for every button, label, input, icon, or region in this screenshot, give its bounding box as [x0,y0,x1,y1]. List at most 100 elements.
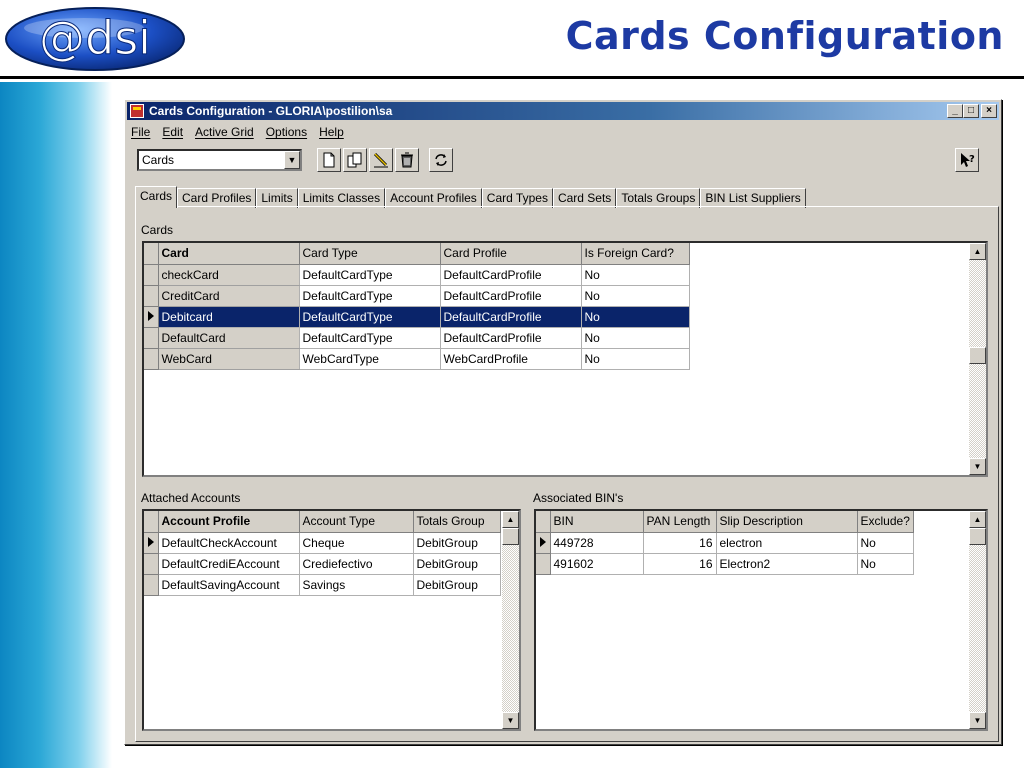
cards-vertical-scrollbar[interactable]: ▲ ▼ [969,243,986,475]
column-header-bin[interactable]: BIN [550,511,644,533]
column-header-card[interactable]: Card [158,243,300,265]
accounts-vertical-scrollbar[interactable]: ▲ ▼ [502,511,519,729]
cell-totals-group[interactable]: DebitGroup [413,532,501,554]
column-header-is-foreign-card[interactable]: Is Foreign Card? [581,243,690,265]
cell-card-profile[interactable]: DefaultCardProfile [440,306,582,328]
cell-card-type[interactable]: WebCardType [299,348,441,370]
cell-card-profile[interactable]: DefaultCardProfile [440,264,582,286]
cell-pan-length[interactable]: 16 [643,553,717,575]
table-row[interactable]: checkCard DefaultCardType DefaultCardPro… [144,264,690,286]
table-row[interactable]: DefaultCrediEAccount Crediefectivo Debit… [144,553,501,575]
cell-is-foreign[interactable]: No [581,306,690,328]
cell-exclude[interactable]: No [857,553,914,575]
cell-card[interactable]: WebCard [158,348,300,370]
column-header-card-profile[interactable]: Card Profile [440,243,582,265]
cell-card-profile[interactable]: DefaultCardProfile [440,327,582,349]
cell-card[interactable]: DefaultCard [158,327,300,349]
column-header-exclude[interactable]: Exclude? [857,511,914,533]
menu-help[interactable]: Help [319,123,344,141]
copy-button[interactable] [343,148,367,172]
cell-card-type[interactable]: DefaultCardType [299,327,441,349]
edit-button[interactable] [369,148,393,172]
column-header-account-type[interactable]: Account Type [299,511,414,533]
cell-bin[interactable]: 449728 [550,532,644,554]
table-row-selected[interactable]: DefaultCheckAccount Cheque DebitGroup [144,532,501,554]
cell-card-profile[interactable]: DefaultCardProfile [440,285,582,307]
cell-totals-group[interactable]: DebitGroup [413,574,501,596]
menu-bar: File Edit Active Grid Options Help [131,123,344,141]
tab-cards[interactable]: Cards [135,186,178,208]
cell-card[interactable]: Debitcard [158,306,300,328]
menu-active-grid[interactable]: Active Grid [195,123,254,141]
table-row[interactable]: WebCard WebCardType WebCardProfile No [144,348,690,370]
maximize-button[interactable]: □ [963,104,979,118]
column-header-totals-group[interactable]: Totals Group [413,511,501,533]
column-header-pan-length[interactable]: PAN Length [643,511,717,533]
cell-slip-description[interactable]: Electron2 [716,553,858,575]
scroll-up-icon[interactable]: ▲ [502,511,519,528]
minimize-button[interactable]: _ [947,104,963,118]
table-row[interactable]: CreditCard DefaultCardType DefaultCardPr… [144,285,690,307]
cell-account-type[interactable]: Savings [299,574,414,596]
table-row-selected[interactable]: Debitcard DefaultCardType DefaultCardPro… [144,306,690,328]
cell-account-profile[interactable]: DefaultCrediEAccount [158,553,300,575]
cell-is-foreign[interactable]: No [581,348,690,370]
cell-account-type[interactable]: Cheque [299,532,414,554]
cell-card[interactable]: checkCard [158,264,300,286]
column-header-slip-description[interactable]: Slip Description [716,511,858,533]
cell-bin[interactable]: 491602 [550,553,644,575]
scroll-up-icon[interactable]: ▲ [969,511,986,528]
cell-pan-length[interactable]: 16 [643,532,717,554]
delete-button[interactable] [395,148,419,172]
attached-accounts-grid[interactable]: Account Profile Account Type Totals Grou… [142,509,521,731]
menu-edit[interactable]: Edit [162,123,183,141]
scroll-down-icon[interactable]: ▼ [969,712,986,729]
table-row[interactable]: DefaultCard DefaultCardType DefaultCardP… [144,327,690,349]
table-row[interactable]: DefaultSavingAccount Savings DebitGroup [144,574,501,596]
grid-selector-combo[interactable]: Cards ▼ [137,149,302,171]
cell-exclude[interactable]: No [857,532,914,554]
menu-options[interactable]: Options [266,123,307,141]
tab-bin-list-suppliers[interactable]: BIN List Suppliers [700,188,806,208]
cell-is-foreign[interactable]: No [581,264,690,286]
column-header-card-type[interactable]: Card Type [299,243,441,265]
cards-grid[interactable]: Card Card Type Card Profile Is Foreign C… [142,241,988,477]
scroll-down-icon[interactable]: ▼ [969,458,986,475]
chevron-down-icon[interactable]: ▼ [284,151,300,169]
scroll-up-icon[interactable]: ▲ [969,243,986,260]
tab-limits-classes[interactable]: Limits Classes [297,188,386,208]
tab-card-sets[interactable]: Card Sets [552,188,617,208]
scroll-thumb[interactable] [969,528,986,545]
scroll-thumb[interactable] [502,528,519,545]
tab-card-types[interactable]: Card Types [481,188,553,208]
bins-vertical-scrollbar[interactable]: ▲ ▼ [969,511,986,729]
column-header-account-profile[interactable]: Account Profile [158,511,300,533]
tab-card-profiles[interactable]: Card Profiles [177,188,257,208]
tab-limits[interactable]: Limits [256,188,298,208]
refresh-button[interactable] [429,148,453,172]
cell-card-type[interactable]: DefaultCardType [299,285,441,307]
cell-account-profile[interactable]: DefaultCheckAccount [158,532,300,554]
cell-slip-description[interactable]: electron [716,532,858,554]
table-row-selected[interactable]: 449728 16 electron No [536,532,914,554]
cell-is-foreign[interactable]: No [581,285,690,307]
new-button[interactable] [317,148,341,172]
scroll-down-icon[interactable]: ▼ [502,712,519,729]
cell-card-type[interactable]: DefaultCardType [299,264,441,286]
cell-account-type[interactable]: Crediefectivo [299,553,414,575]
window-titlebar[interactable]: Cards Configuration - GLORIA\postilion\s… [127,102,999,120]
close-button[interactable]: × [981,104,997,118]
cell-card-profile[interactable]: WebCardProfile [440,348,582,370]
cell-totals-group[interactable]: DebitGroup [413,553,501,575]
help-pointer-button[interactable]: ? [955,148,979,172]
cell-card[interactable]: CreditCard [158,285,300,307]
menu-file[interactable]: File [131,123,150,141]
cell-account-profile[interactable]: DefaultSavingAccount [158,574,300,596]
tab-totals-groups[interactable]: Totals Groups [616,188,701,208]
table-row[interactable]: 491602 16 Electron2 No [536,553,914,575]
tab-account-profiles[interactable]: Account Profiles [385,188,482,208]
associated-bins-grid[interactable]: BIN PAN Length Slip Description Exclude?… [534,509,988,731]
cell-card-type[interactable]: DefaultCardType [299,306,441,328]
scroll-thumb[interactable] [969,347,986,364]
cell-is-foreign[interactable]: No [581,327,690,349]
